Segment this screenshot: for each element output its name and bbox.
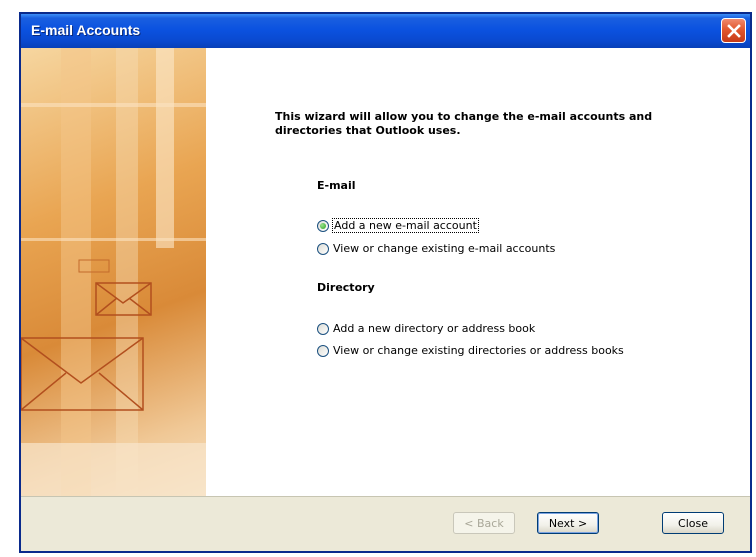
radio-label: View or change existing directories or a… [333,344,624,357]
radio-label: View or change existing e-mail accounts [333,242,556,255]
envelope-illustration-icon [21,48,206,497]
radio-selected-icon[interactable] [317,219,329,232]
window-title: E-mail Accounts [31,22,141,38]
radio-label: Add a new directory or address book [333,322,536,335]
radio-add-directory[interactable]: Add a new directory or address book [317,322,535,335]
email-accounts-dialog: E-mail Accounts This wizard will allow y… [19,12,752,553]
radio-unselected-icon[interactable] [317,322,329,335]
radio-label: Add a new e-mail account [332,218,479,233]
radio-unselected-icon[interactable] [317,242,329,255]
close-x-icon [726,23,741,38]
radio-view-email-accounts[interactable]: View or change existing e-mail accounts [317,242,555,255]
next-button[interactable]: Next > [537,512,599,534]
radio-view-directories[interactable]: View or change existing directories or a… [317,344,624,357]
button-bar: < Back Next > Close [21,496,750,551]
directory-section-heading: Directory [317,281,375,294]
email-section-heading: E-mail [317,179,356,192]
back-button[interactable]: < Back [453,512,515,534]
title-bar[interactable]: E-mail Accounts [21,14,750,48]
wizard-content: This wizard will allow you to change the… [21,48,750,497]
close-button[interactable]: Close [662,512,724,534]
radio-add-email-account[interactable]: Add a new e-mail account [317,218,479,233]
intro-text: This wizard will allow you to change the… [275,110,653,137]
close-window-button[interactable] [721,18,746,43]
radio-unselected-icon[interactable] [317,344,329,357]
